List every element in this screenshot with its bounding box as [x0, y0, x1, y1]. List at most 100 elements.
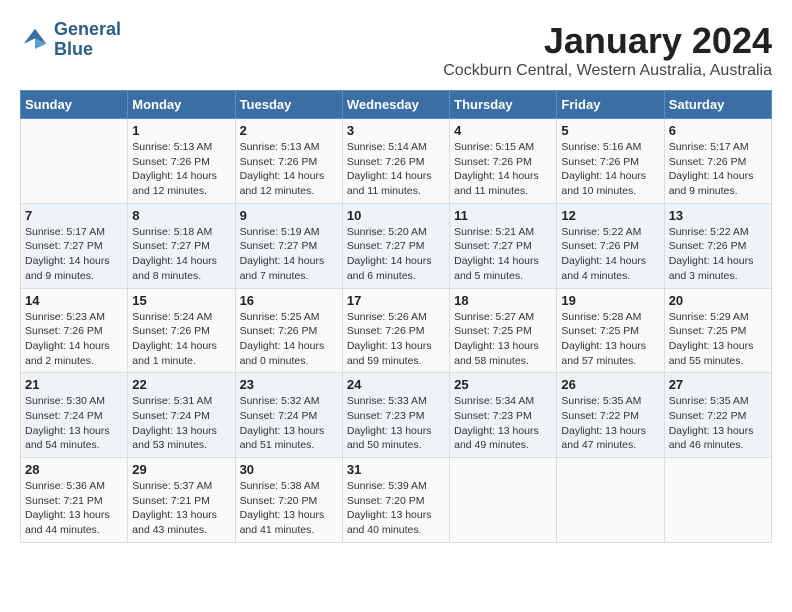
- day-info: Sunrise: 5:14 AM Sunset: 7:26 PM Dayligh…: [347, 140, 445, 199]
- day-number: 26: [561, 377, 659, 392]
- day-number: 29: [132, 462, 230, 477]
- day-number: 22: [132, 377, 230, 392]
- day-cell: 23 Sunrise: 5:32 AM Sunset: 7:24 PM Dayli…: [235, 373, 342, 458]
- day-cell: [664, 458, 771, 543]
- day-info: Sunrise: 5:13 AM Sunset: 7:26 PM Dayligh…: [132, 140, 230, 199]
- day-cell: 7 Sunrise: 5:17 AM Sunset: 7:27 PM Daylig…: [21, 203, 128, 288]
- day-number: 18: [454, 293, 552, 308]
- day-cell: 15 Sunrise: 5:24 AM Sunset: 7:26 PM Dayli…: [128, 288, 235, 373]
- day-info: Sunrise: 5:20 AM Sunset: 7:27 PM Dayligh…: [347, 225, 445, 284]
- day-cell: 26 Sunrise: 5:35 AM Sunset: 7:22 PM Dayli…: [557, 373, 664, 458]
- day-info: Sunrise: 5:13 AM Sunset: 7:26 PM Dayligh…: [240, 140, 338, 199]
- day-number: 21: [25, 377, 123, 392]
- day-info: Sunrise: 5:32 AM Sunset: 7:24 PM Dayligh…: [240, 394, 338, 453]
- header-sunday: Sunday: [21, 91, 128, 119]
- day-number: 15: [132, 293, 230, 308]
- day-cell: 18 Sunrise: 5:27 AM Sunset: 7:25 PM Dayli…: [450, 288, 557, 373]
- day-cell: 9 Sunrise: 5:19 AM Sunset: 7:27 PM Daylig…: [235, 203, 342, 288]
- day-number: 25: [454, 377, 552, 392]
- day-info: Sunrise: 5:29 AM Sunset: 7:25 PM Dayligh…: [669, 310, 767, 369]
- day-cell: 1 Sunrise: 5:13 AM Sunset: 7:26 PM Daylig…: [128, 119, 235, 204]
- day-cell: 20 Sunrise: 5:29 AM Sunset: 7:25 PM Dayli…: [664, 288, 771, 373]
- title-area: January 2024 Cockburn Central, Western A…: [443, 20, 772, 80]
- day-cell: 17 Sunrise: 5:26 AM Sunset: 7:26 PM Dayli…: [342, 288, 449, 373]
- day-cell: 29 Sunrise: 5:37 AM Sunset: 7:21 PM Dayli…: [128, 458, 235, 543]
- day-info: Sunrise: 5:19 AM Sunset: 7:27 PM Dayligh…: [240, 225, 338, 284]
- day-info: Sunrise: 5:15 AM Sunset: 7:26 PM Dayligh…: [454, 140, 552, 199]
- day-info: Sunrise: 5:36 AM Sunset: 7:21 PM Dayligh…: [25, 479, 123, 538]
- day-info: Sunrise: 5:21 AM Sunset: 7:27 PM Dayligh…: [454, 225, 552, 284]
- location-title: Cockburn Central, Western Australia, Aus…: [443, 62, 772, 80]
- day-info: Sunrise: 5:25 AM Sunset: 7:26 PM Dayligh…: [240, 310, 338, 369]
- day-info: Sunrise: 5:26 AM Sunset: 7:26 PM Dayligh…: [347, 310, 445, 369]
- header-wednesday: Wednesday: [342, 91, 449, 119]
- day-cell: 24Sunrise: 5:33 AM Sunset: 7:23 PM Dayli…: [342, 373, 449, 458]
- day-cell: 22 Sunrise: 5:31 AM Sunset: 7:24 PM Dayli…: [128, 373, 235, 458]
- week-row-3: 14Sunrise: 5:23 AM Sunset: 7:26 PM Dayli…: [21, 288, 772, 373]
- day-cell: 19Sunrise: 5:28 AM Sunset: 7:25 PM Dayli…: [557, 288, 664, 373]
- header-row: SundayMondayTuesdayWednesdayThursdayFrid…: [21, 91, 772, 119]
- day-number: 27: [669, 377, 767, 392]
- month-title: January 2024: [443, 20, 772, 62]
- day-info: Sunrise: 5:35 AM Sunset: 7:22 PM Dayligh…: [669, 394, 767, 453]
- day-info: Sunrise: 5:27 AM Sunset: 7:25 PM Dayligh…: [454, 310, 552, 369]
- day-cell: 8 Sunrise: 5:18 AM Sunset: 7:27 PM Daylig…: [128, 203, 235, 288]
- header-friday: Friday: [557, 91, 664, 119]
- day-cell: [450, 458, 557, 543]
- day-cell: 21Sunrise: 5:30 AM Sunset: 7:24 PM Dayli…: [21, 373, 128, 458]
- day-info: Sunrise: 5:34 AM Sunset: 7:23 PM Dayligh…: [454, 394, 552, 453]
- day-info: Sunrise: 5:37 AM Sunset: 7:21 PM Dayligh…: [132, 479, 230, 538]
- day-number: 16: [240, 293, 338, 308]
- day-info: Sunrise: 5:38 AM Sunset: 7:20 PM Dayligh…: [240, 479, 338, 538]
- day-info: Sunrise: 5:39 AM Sunset: 7:20 PM Dayligh…: [347, 479, 445, 538]
- day-info: Sunrise: 5:17 AM Sunset: 7:26 PM Dayligh…: [669, 140, 767, 199]
- header-thursday: Thursday: [450, 91, 557, 119]
- day-info: Sunrise: 5:24 AM Sunset: 7:26 PM Dayligh…: [132, 310, 230, 369]
- day-number: 3: [347, 123, 445, 138]
- day-number: 17: [347, 293, 445, 308]
- day-number: 28: [25, 462, 123, 477]
- day-number: 20: [669, 293, 767, 308]
- day-number: 7: [25, 208, 123, 223]
- day-number: 8: [132, 208, 230, 223]
- day-info: Sunrise: 5:28 AM Sunset: 7:25 PM Dayligh…: [561, 310, 659, 369]
- day-cell: 4Sunrise: 5:15 AM Sunset: 7:26 PM Daylig…: [450, 119, 557, 204]
- calendar-table: SundayMondayTuesdayWednesdayThursdayFrid…: [20, 90, 772, 543]
- day-cell: 14Sunrise: 5:23 AM Sunset: 7:26 PM Dayli…: [21, 288, 128, 373]
- calendar-body: 1 Sunrise: 5:13 AM Sunset: 7:26 PM Daylig…: [21, 119, 772, 543]
- day-cell: 16 Sunrise: 5:25 AM Sunset: 7:26 PM Dayli…: [235, 288, 342, 373]
- day-number: 9: [240, 208, 338, 223]
- day-cell: 25 Sunrise: 5:34 AM Sunset: 7:23 PM Dayli…: [450, 373, 557, 458]
- day-number: 1: [132, 123, 230, 138]
- day-cell: 13Sunrise: 5:22 AM Sunset: 7:26 PM Dayli…: [664, 203, 771, 288]
- logo-text: General Blue: [54, 20, 121, 60]
- header: General Blue January 2024 Cockburn Centr…: [20, 20, 772, 80]
- day-number: 6: [669, 123, 767, 138]
- day-cell: 6 Sunrise: 5:17 AM Sunset: 7:26 PM Daylig…: [664, 119, 771, 204]
- day-number: 2: [240, 123, 338, 138]
- day-cell: 12Sunrise: 5:22 AM Sunset: 7:26 PM Dayli…: [557, 203, 664, 288]
- day-number: 5: [561, 123, 659, 138]
- day-number: 13: [669, 208, 767, 223]
- day-number: 11: [454, 208, 552, 223]
- logo-icon: [20, 25, 50, 55]
- logo: General Blue: [20, 20, 121, 60]
- day-info: Sunrise: 5:17 AM Sunset: 7:27 PM Dayligh…: [25, 225, 123, 284]
- day-cell: 30 Sunrise: 5:38 AM Sunset: 7:20 PM Dayli…: [235, 458, 342, 543]
- day-cell: [21, 119, 128, 204]
- header-tuesday: Tuesday: [235, 91, 342, 119]
- day-cell: 3 Sunrise: 5:14 AM Sunset: 7:26 PM Daylig…: [342, 119, 449, 204]
- day-info: Sunrise: 5:18 AM Sunset: 7:27 PM Dayligh…: [132, 225, 230, 284]
- week-row-5: 28 Sunrise: 5:36 AM Sunset: 7:21 PM Dayli…: [21, 458, 772, 543]
- day-number: 30: [240, 462, 338, 477]
- day-info: Sunrise: 5:35 AM Sunset: 7:22 PM Dayligh…: [561, 394, 659, 453]
- header-saturday: Saturday: [664, 91, 771, 119]
- day-cell: [557, 458, 664, 543]
- day-number: 23: [240, 377, 338, 392]
- day-info: Sunrise: 5:31 AM Sunset: 7:24 PM Dayligh…: [132, 394, 230, 453]
- day-cell: 28 Sunrise: 5:36 AM Sunset: 7:21 PM Dayli…: [21, 458, 128, 543]
- week-row-1: 1 Sunrise: 5:13 AM Sunset: 7:26 PM Daylig…: [21, 119, 772, 204]
- day-number: 10: [347, 208, 445, 223]
- day-number: 24: [347, 377, 445, 392]
- day-cell: 10 Sunrise: 5:20 AM Sunset: 7:27 PM Dayli…: [342, 203, 449, 288]
